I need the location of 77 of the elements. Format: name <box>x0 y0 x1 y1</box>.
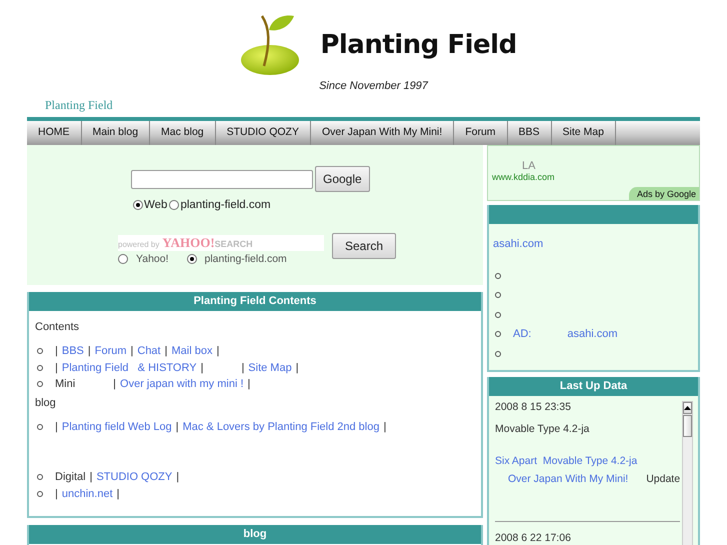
separator-text: | <box>55 488 58 500</box>
radio-label: Web <box>144 199 168 211</box>
google-search-button[interactable]: Google <box>315 166 370 192</box>
update-date: 2008 8 15 23:35 <box>495 400 572 412</box>
separator-text: | <box>241 362 244 374</box>
bullet-icon <box>495 350 501 357</box>
separator-text: Digital <box>55 471 86 484</box>
content-link[interactable]: BBS <box>62 345 84 358</box>
bullet-icon <box>37 381 43 388</box>
update-text: Movable Type 4.2-ja <box>495 422 590 434</box>
ad-url-link[interactable]: www.kddia.com <box>492 172 555 182</box>
content-link[interactable]: Mail box <box>171 345 212 358</box>
content-link[interactable]: Planting field Web Log <box>62 420 172 433</box>
radio-button[interactable] <box>169 200 180 210</box>
separator-text: | <box>248 378 250 390</box>
panel-header: Planting Field Contents <box>29 292 481 311</box>
search-field[interactable] <box>131 170 313 188</box>
panel-header: blog <box>29 525 481 544</box>
content-link[interactable]: Mac & Lovers by Planting Field 2nd blog <box>182 420 380 433</box>
separator-text: | <box>55 420 58 433</box>
separator-text: | <box>176 420 179 433</box>
yahoo-search-logo: powered by YAHOO!SEARCH <box>118 235 324 251</box>
content-link[interactable]: Site Map <box>248 362 292 374</box>
bullet-icon <box>37 424 43 430</box>
panel-header: Last Up Data <box>489 376 698 396</box>
update-date: 2008 6 22 17:06 <box>495 532 572 544</box>
news-link[interactable]: asahi.com <box>493 238 544 250</box>
update-note: Update <box>646 472 680 484</box>
separator-text: | <box>130 345 134 358</box>
radio-button[interactable] <box>186 254 196 264</box>
scroll-thumb[interactable] <box>683 414 692 436</box>
radio-label: Yahoo! <box>136 253 168 265</box>
separator-text: | <box>90 471 92 484</box>
radio-button[interactable] <box>133 200 143 210</box>
separator-text: | <box>176 471 180 484</box>
content-link[interactable]: Over japan with my mini ! <box>120 378 244 390</box>
separator-text: | <box>113 378 116 390</box>
bullet-icon <box>37 364 43 371</box>
bullet-icon <box>37 348 43 354</box>
content-link[interactable]: unchin.net <box>62 488 113 500</box>
ad-text: LA <box>522 160 536 172</box>
radio-label: planting-field.com <box>204 253 287 265</box>
update-link[interactable]: Six Apart Movable Type 4.2-ja <box>495 454 680 466</box>
separator-text: | <box>296 362 299 374</box>
separator-text: | <box>116 488 120 500</box>
radio-label: planting-field.com <box>180 199 271 211</box>
separator-text: | <box>216 345 220 358</box>
separator-text: | <box>200 362 204 374</box>
breadcrumb-link[interactable]: Planting Field <box>45 98 113 113</box>
content-link[interactable]: Forum <box>94 345 127 358</box>
site-title: Planting Field <box>320 30 517 60</box>
content-link[interactable]: Planting Field & HISTORY <box>62 362 197 374</box>
news-link[interactable]: asahi.com <box>567 328 618 340</box>
bullet-icon <box>495 331 501 338</box>
separator-text: | <box>88 345 91 358</box>
bullet-icon <box>495 292 501 298</box>
section-heading: blog <box>35 396 57 408</box>
bullet-icon <box>37 490 43 497</box>
bullet-icon <box>495 272 501 279</box>
separator-text: | <box>164 345 168 358</box>
section-heading: Contents <box>35 321 80 333</box>
content-link[interactable]: STUDIO QOZY <box>96 471 172 484</box>
news-link[interactable]: AD: <box>513 328 532 340</box>
separator-text: | <box>55 362 58 374</box>
separator-text: Mini <box>55 378 76 390</box>
scroll-up-icon[interactable] <box>683 402 692 414</box>
yahoo-search-button[interactable]: Search <box>332 233 396 259</box>
content-link[interactable]: Chat <box>137 345 161 358</box>
separator-text: | <box>55 345 58 358</box>
update-link[interactable]: Over Japan With My Mini! <box>508 472 628 484</box>
radio-button[interactable] <box>118 254 128 264</box>
tagline: Since November 1997 <box>319 80 428 92</box>
scrollbar[interactable] <box>682 400 694 545</box>
ads-by-google-badge[interactable]: Ads by Google <box>628 187 699 200</box>
separator-text: | <box>383 420 386 433</box>
bullet-icon <box>37 474 43 480</box>
bullet-icon <box>495 312 501 318</box>
